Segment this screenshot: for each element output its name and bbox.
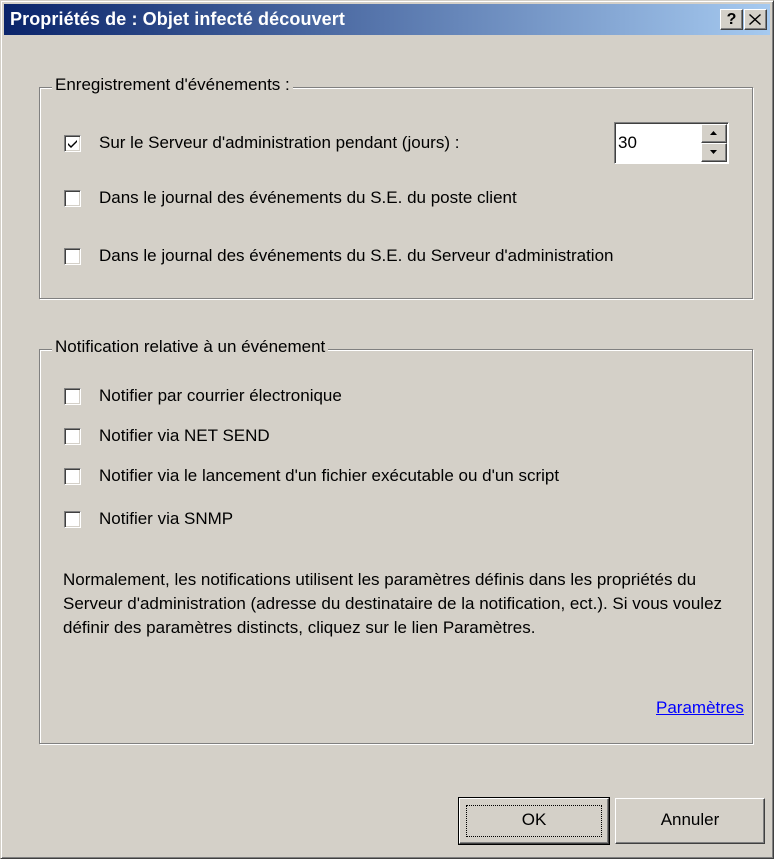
arrow-up-icon [710, 131, 717, 135]
checkbox-row-server-log[interactable]: Dans le journal des événements du S.E. d… [64, 246, 613, 266]
checkbox-label-email: Notifier par courrier électronique [99, 386, 342, 405]
checkbox-server-log[interactable] [64, 247, 81, 265]
event-logging-legend: Enregistrement d'événements : [52, 75, 293, 95]
checkbox-net-send[interactable] [64, 427, 81, 445]
checkbox-client-log[interactable] [64, 189, 81, 207]
properties-dialog: Propriétés de : Objet infecté découvert … [0, 0, 774, 859]
help-button[interactable]: ? [720, 9, 743, 30]
checkbox-script[interactable] [64, 467, 81, 485]
close-button[interactable] [744, 9, 767, 30]
days-spinbox[interactable] [614, 122, 729, 164]
checkbox-row-net-send[interactable]: Notifier via NET SEND [64, 426, 270, 446]
spin-down-button[interactable] [701, 143, 727, 162]
checkbox-row-script[interactable]: Notifier via le lancement d'un fichier e… [64, 466, 559, 486]
checkbox-row-snmp[interactable]: Notifier via SNMP [64, 509, 233, 529]
checkbox-row-admin-server[interactable]: Sur le Serveur d'administration pendant … [64, 133, 459, 153]
spin-up-button[interactable] [701, 124, 727, 143]
checkmark-icon [68, 139, 77, 148]
checkbox-label-net-send: Notifier via NET SEND [99, 426, 270, 445]
ok-button-label: OK [521, 810, 547, 829]
ok-button[interactable]: OK [458, 797, 610, 845]
notification-note: Normalement, les notifications utilisent… [63, 570, 723, 637]
notification-group [39, 349, 753, 744]
checkbox-label-client-log: Dans le journal des événements du S.E. d… [99, 188, 517, 207]
notification-legend: Notification relative à un événement [52, 337, 329, 357]
checkbox-row-email[interactable]: Notifier par courrier électronique [64, 386, 342, 406]
cancel-button[interactable]: Annuler [615, 798, 765, 844]
dialog-title: Propriétés de : Objet infecté découvert [10, 9, 345, 29]
checkbox-label-server-log: Dans le journal des événements du S.E. d… [99, 246, 614, 265]
checkbox-label-script: Notifier via le lancement d'un fichier e… [99, 466, 560, 485]
checkbox-snmp[interactable] [64, 510, 81, 528]
checkbox-label-snmp: Notifier via SNMP [99, 509, 234, 528]
checkbox-admin-server[interactable] [64, 134, 81, 152]
cancel-button-label: Annuler [660, 810, 720, 829]
checkbox-email[interactable] [64, 387, 81, 405]
checkbox-label-admin-server: Sur le Serveur d'administration pendant … [99, 133, 460, 152]
arrow-down-icon [710, 150, 717, 154]
checkbox-row-client-log[interactable]: Dans le journal des événements du S.E. d… [64, 188, 517, 208]
parameters-link[interactable]: Paramètres [656, 698, 744, 718]
days-input[interactable] [618, 123, 693, 163]
close-icon [749, 14, 761, 25]
title-bar[interactable]: Propriétés de : Objet infecté découvert … [4, 4, 770, 35]
